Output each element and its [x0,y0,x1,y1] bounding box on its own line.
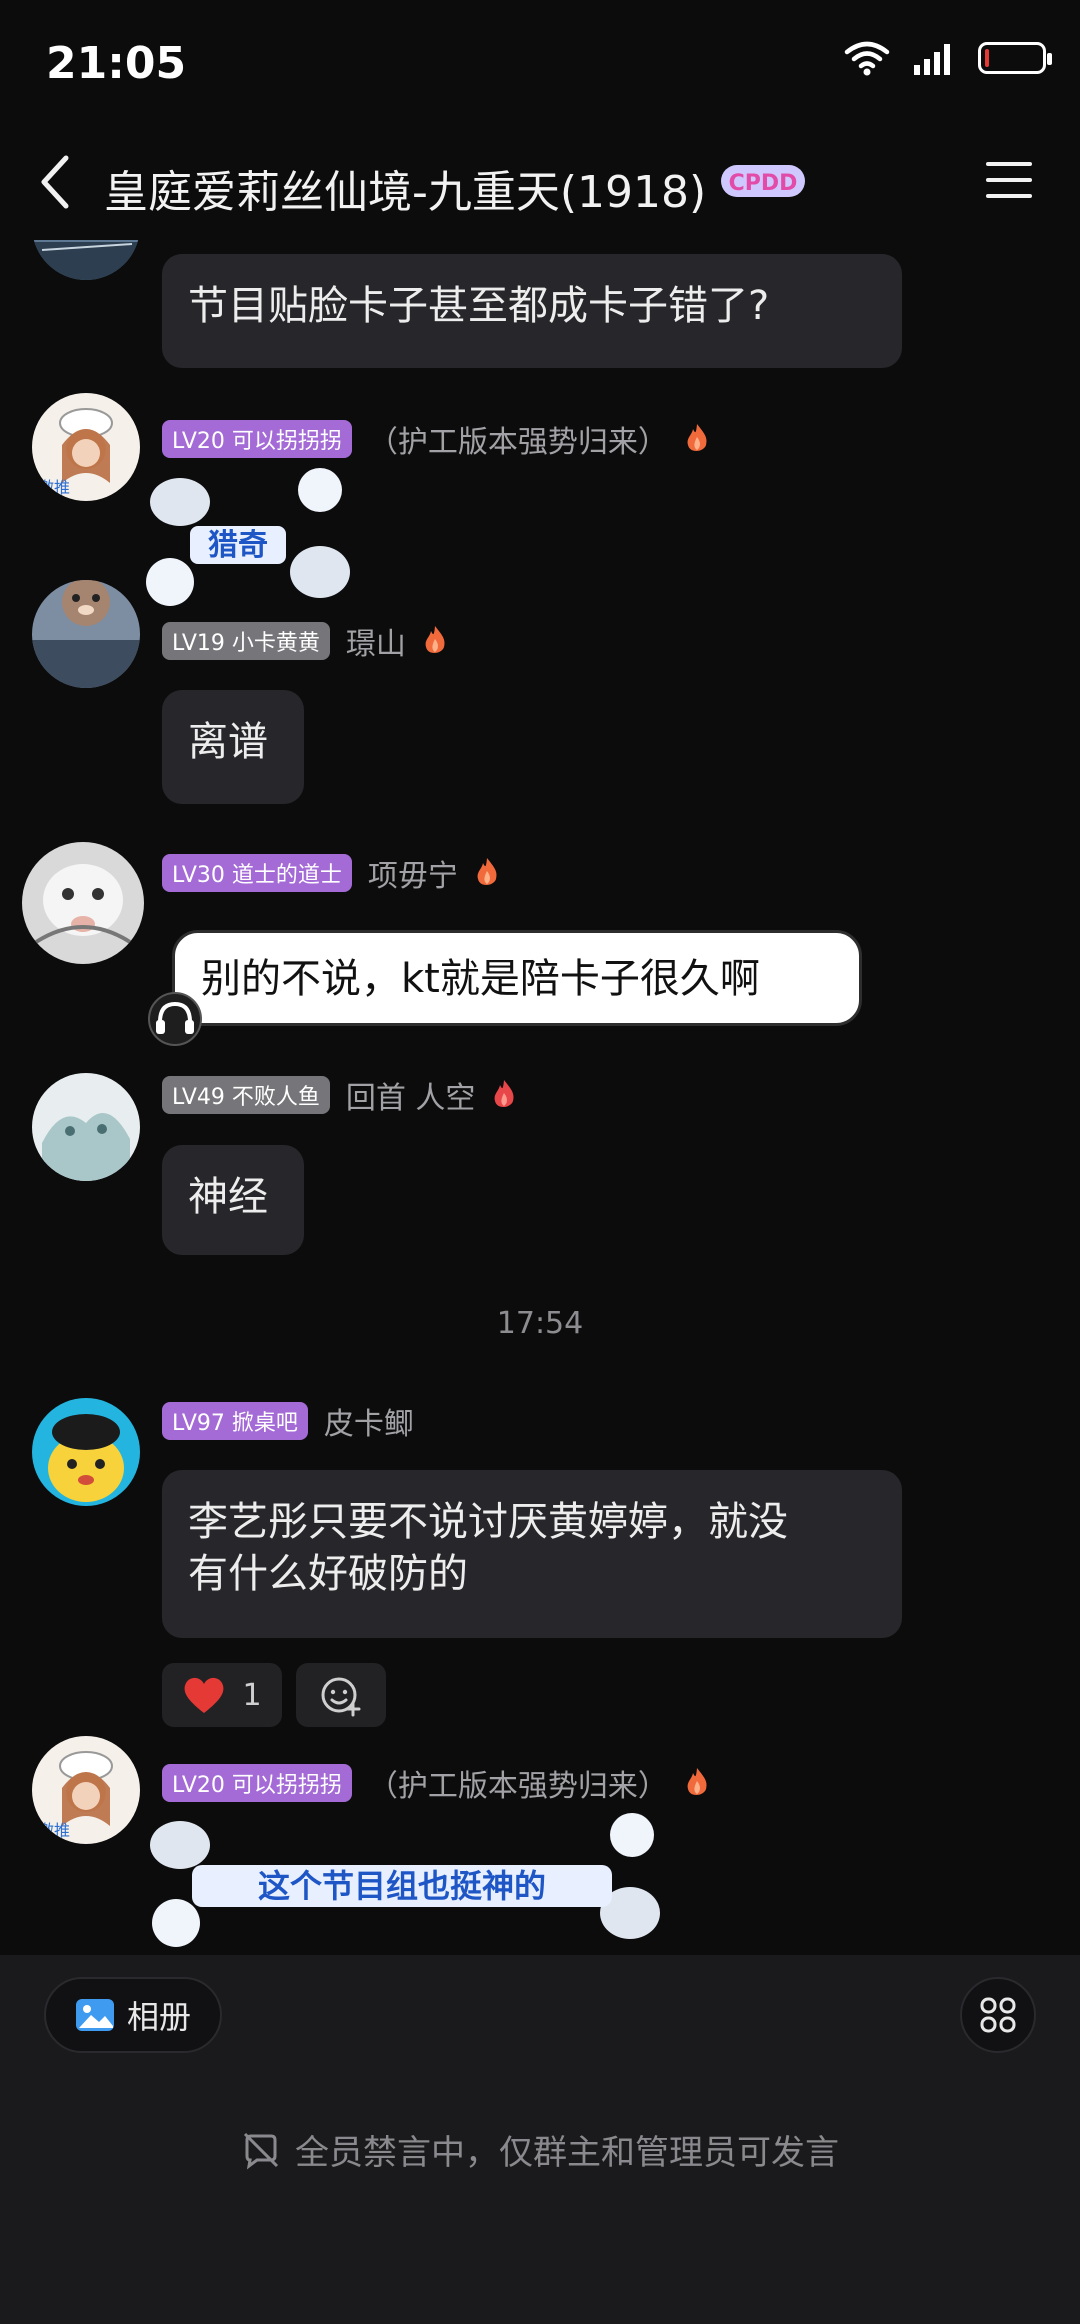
flame-icon [477,858,497,886]
flame-icon [425,626,445,654]
avatar[interactable] [32,1398,140,1506]
group-title[interactable]: 皇庭爱莉丝仙境-九重天(1918) [104,156,706,220]
avatar[interactable] [32,580,140,688]
sticker-text: 这个节目组也挺神的 [258,1867,546,1905]
flame-icon [495,1080,514,1108]
level-badge: LV30 道士的道士 [162,854,352,892]
message-text: 神经 [188,1174,268,1220]
cpdd-badge-text: CPDD [729,171,798,196]
sender-name[interactable]: （护工版本强势归来） [368,1761,668,1805]
level-badge: LV49 不败人鱼 [162,1076,330,1114]
svg-text:激推: 激推 [38,478,70,497]
level-badge: LV20 可以拐拐拐 [162,420,352,458]
level-badge: LV97 掀桌吧 [162,1402,308,1440]
sender-meta: LV19 小卡黄黄 璟山 [162,620,448,662]
message-bubble[interactable]: 离谱 [162,690,304,804]
level-badge: LV20 可以拐拐拐 [162,1764,352,1802]
message-bubble[interactable]: 节目贴脸卡子甚至都成卡子错了? [162,254,902,368]
message-text: 离谱 [188,719,268,765]
menu-icon[interactable] [984,158,1034,202]
sender-name[interactable]: 回首 人空 [346,1073,476,1117]
flame-icon [687,1768,707,1796]
grid-icon [980,1997,1016,2033]
photo-icon [75,1999,114,2031]
chat-message-list[interactable]: 节目贴脸卡子甚至都成卡子错了? 激推 LV20 可以拐拐拐 （护工版本强势归来）… [0,240,1080,1955]
message-text-line: 有什么好破防的 [188,1551,468,1597]
timestamp: 17:54 [496,1306,584,1341]
message-text: 节目贴脸卡子甚至都成卡子错了? [188,283,770,329]
heart-icon [185,1677,224,1713]
headphone-pendant-icon [148,992,202,1046]
sender-meta: LV20 可以拐拐拐 （护工版本强势归来） [162,1762,710,1804]
sender-meta: LV49 不败人鱼 回首 人空 [162,1074,517,1116]
message-bubble[interactable]: 别的不说，kt就是陪卡子很久啊 [172,930,862,1026]
wifi-icon [844,41,890,76]
avatar[interactable] [22,842,144,964]
level-badge: LV19 小卡黄黄 [162,622,330,660]
sender-meta: LV97 掀桌吧 皮卡鲫 [162,1400,414,1442]
svg-text:激推: 激推 [38,1821,70,1840]
status-bar: 21:05 [0,0,1080,130]
avatar[interactable] [32,240,140,280]
signal-icon [914,44,950,75]
message-text-line: 李艺彤只要不说讨厌黄婷婷，就没 [188,1499,788,1545]
message-text: 别的不说，kt就是陪卡子很久啊 [201,956,760,1002]
status-time: 21:05 [46,38,187,89]
chat-header: 皇庭爱莉丝仙境-九重天(1918) CPDD [0,130,1080,240]
sender-name[interactable]: 项毋宁 [368,851,458,895]
avatar[interactable] [32,1073,140,1181]
sticker-image[interactable]: 这个节目组也挺神的 [140,1805,680,1955]
status-icons [844,40,1052,76]
message-bubble[interactable]: 李艺彤只要不说讨厌黄婷婷，就没 有什么好破防的 [162,1470,902,1638]
avatar[interactable]: 激推 [32,1736,140,1844]
add-emoji-icon [321,1677,361,1717]
sticker-image[interactable]: 猎奇 [140,462,360,612]
album-label: 相册 [126,1998,191,2036]
mute-icon [243,2132,279,2169]
sender-name[interactable]: 璟山 [346,619,406,663]
mute-notice-text: 全员禁言中，仅群主和管理员可发言 [295,2133,839,2173]
cpdd-badge: CPDD [721,165,805,197]
bottom-bar: 相册 全员禁言中，仅群主和管理员可发言 [0,1955,1080,2324]
sender-name[interactable]: 皮卡鲫 [324,1399,414,1443]
flame-icon [687,424,707,452]
message-bubble[interactable]: 神经 [162,1145,304,1255]
like-reaction[interactable]: 1 [162,1663,282,1727]
sender-meta: LV30 道士的道士 项毋宁 [162,852,500,894]
mute-notice: 全员禁言中，仅群主和管理员可发言 [0,2125,1080,2174]
battery-icon [978,42,1052,74]
avatar[interactable]: 激推 [32,393,140,501]
sender-meta: LV20 可以拐拐拐 （护工版本强势归来） [162,418,710,460]
reaction-count: 1 [242,1677,262,1713]
sticker-text: 猎奇 [208,528,268,563]
album-button[interactable]: 相册 [44,1977,222,2053]
add-reaction-button[interactable] [296,1663,386,1727]
sender-name[interactable]: （护工版本强势归来） [368,417,668,461]
back-arrow-icon[interactable] [36,152,76,212]
more-apps-button[interactable] [960,1977,1036,2053]
battery-level [985,49,989,67]
